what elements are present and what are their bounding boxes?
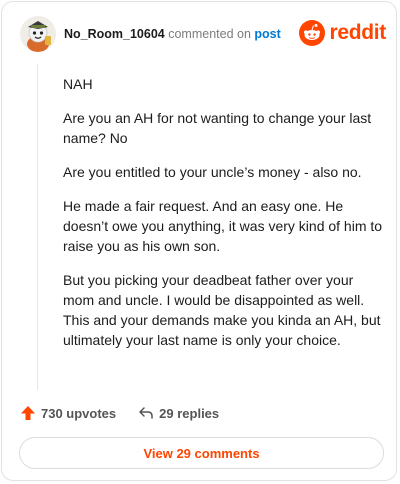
comment-card: No_Room_10604 commented on post reddit N… [1, 1, 397, 481]
comment-header: No_Room_10604 commented on post reddit [20, 16, 386, 56]
comment-paragraph: Are you entitled to your uncle’s money -… [63, 164, 362, 180]
upvote-arrow-icon [21, 406, 35, 420]
thread-line[interactable] [37, 64, 38, 390]
comment-meta: No_Room_10604 commented on post [64, 27, 281, 41]
comment-paragraph: Are you an AH for not wanting to change … [63, 110, 372, 146]
comment-body: NAH Are you an AH for not wanting to cha… [63, 74, 383, 364]
comment-actions: 730 upvotes 29 replies [20, 403, 380, 423]
upvote-count: 730 upvotes [41, 405, 117, 421]
view-comments-button[interactable]: View 29 comments [19, 437, 384, 469]
action-text: commented on [168, 27, 251, 41]
comment-paragraph: He made a fair request. And an easy one.… [63, 198, 383, 254]
reddit-logo-icon [299, 20, 326, 46]
reddit-logo[interactable]: reddit [299, 18, 386, 48]
avatar[interactable] [20, 16, 56, 52]
post-link[interactable]: post [254, 27, 280, 41]
comment-paragraph: NAH [63, 76, 93, 92]
reddit-wordmark: reddit [329, 21, 386, 44]
reply-button[interactable]: 29 replies [138, 405, 219, 421]
comment-paragraph: But you picking your deadbeat father ove… [63, 272, 381, 348]
reply-count: 29 replies [159, 405, 220, 421]
username-link[interactable]: No_Room_10604 [64, 27, 165, 41]
upvote-button[interactable]: 730 upvotes [20, 405, 116, 421]
reply-arrow-icon [139, 407, 153, 419]
